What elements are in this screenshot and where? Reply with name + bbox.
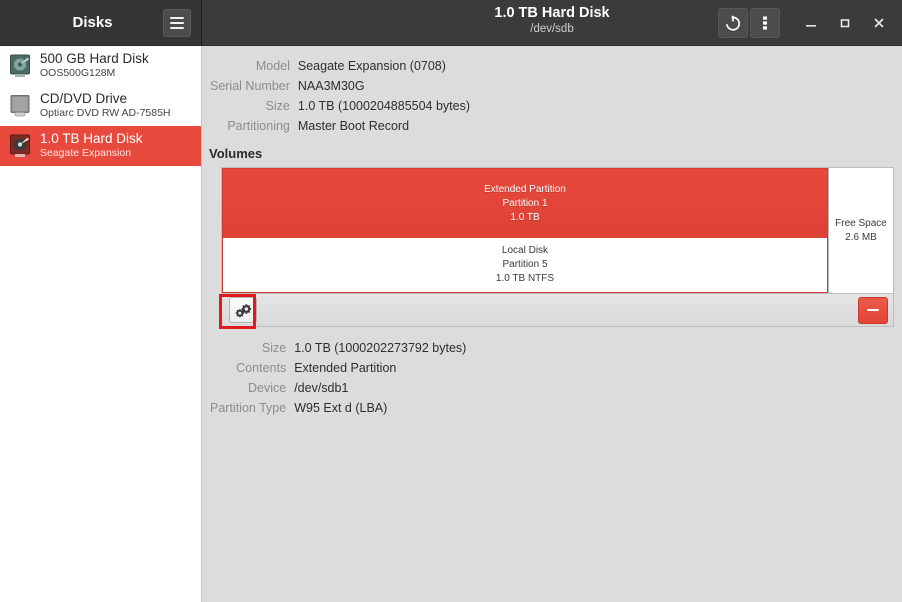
volumes-graph: Extended Partition Partition 1 1.0 TB Lo…	[222, 168, 893, 293]
partition-info-row: Device /dev/sdb1	[210, 378, 466, 398]
partition-info-value: Extended Partition	[294, 361, 397, 375]
gears-icon	[235, 303, 251, 317]
close-button[interactable]	[862, 0, 896, 46]
drive-info-row: Serial Number NAA3M30G	[210, 76, 470, 96]
overflow-menu-button[interactable]	[750, 7, 780, 38]
drive-info-value: 1.0 TB (1000204885504 bytes)	[297, 99, 471, 113]
hamburger-icon-line	[170, 26, 184, 29]
hamburger-menu-button[interactable]	[163, 8, 191, 37]
sidebar-title: Disks	[72, 14, 113, 31]
sidebar-item-text: CD/DVD Drive Optiarc DVD RW AD-7585H	[40, 91, 171, 120]
partition-name: Local Disk	[501, 245, 549, 256]
delete-partition-button[interactable]	[858, 296, 888, 324]
drive-info-value: Master Boot Record	[297, 119, 410, 133]
volumes-heading: Volumes	[209, 146, 263, 161]
sidebar-item-subtitle: OOS500G128M	[40, 67, 116, 79]
hamburger-icon-line	[170, 21, 184, 24]
minus-icon	[867, 309, 879, 311]
partition-options-button[interactable]	[229, 297, 257, 323]
drive-info-value: Seagate Expansion (0708)	[297, 59, 446, 73]
partition-info-value: 1.0 TB (1000202273792 bytes)	[294, 341, 467, 355]
optical-drive-icon	[10, 94, 30, 116]
partition-info-key: Size	[261, 341, 287, 355]
free-space-size: 2.6 MB	[845, 231, 877, 243]
partition-info-key: Partition Type	[210, 401, 287, 415]
drive-info-key: Model	[255, 59, 290, 73]
free-space-label: Free Space	[835, 217, 887, 229]
partition-info-row: Partition Type W95 Ext d (LBA)	[210, 398, 466, 418]
maximize-icon	[840, 18, 850, 27]
window-body: 500 GB Hard Disk OOS500G128M CD/DVD Driv…	[0, 46, 902, 602]
partition-1-container[interactable]: Extended Partition Partition 1 1.0 TB Lo…	[222, 168, 828, 293]
drive-info-key: Serial Number	[210, 79, 290, 93]
drive-info-row: Size 1.0 TB (1000204885504 bytes)	[210, 96, 470, 116]
minimize-icon	[806, 24, 816, 27]
drive-info-key: Partitioning	[227, 119, 290, 133]
sidebar-item-text: 500 GB Hard Disk OOS500G128M	[40, 51, 149, 80]
power-icon	[725, 15, 741, 31]
vertical-dots-icon	[763, 16, 767, 29]
drive-info-value: NAA3M30G	[297, 79, 365, 93]
close-icon	[874, 17, 884, 28]
free-space-block[interactable]: Free Space 2.6 MB	[828, 168, 893, 293]
sidebar-item-cd-dvd-drive[interactable]: CD/DVD Drive Optiarc DVD RW AD-7585H	[0, 86, 201, 126]
maximize-button[interactable]	[828, 0, 862, 46]
titlebar-main: 1.0 TB Hard Disk /dev/sdb	[202, 0, 902, 45]
disks-application-window: Disks 1.0 TB Hard Disk /dev/sdb 500 GB H…	[0, 0, 902, 602]
sidebar-item-1tb-hard-disk[interactable]: 1.0 TB Hard Disk Seagate Expansion	[0, 126, 201, 166]
partition-info-value: W95 Ext d (LBA)	[294, 401, 388, 415]
disk-list-sidebar: 500 GB Hard Disk OOS500G128M CD/DVD Driv…	[0, 46, 202, 602]
hard-disk-icon	[10, 134, 30, 157]
partition-extended-block[interactable]: Extended Partition Partition 1 1.0 TB	[222, 168, 828, 238]
partition-number: Partition 1	[502, 197, 548, 209]
partition-info-key: Contents	[236, 361, 287, 375]
partition-size: 1.0 TB NTFS	[495, 273, 555, 284]
partition-info-key: Device	[247, 381, 287, 395]
titlebar: Disks 1.0 TB Hard Disk /dev/sdb	[0, 0, 902, 46]
sidebar-item-title: 500 GB Hard Disk	[40, 51, 149, 66]
drive-info-row: Model Seagate Expansion (0708)	[210, 56, 470, 76]
partition-info-row: Size 1.0 TB (1000202273792 bytes)	[210, 338, 466, 358]
sidebar-item-title: 1.0 TB Hard Disk	[40, 131, 143, 146]
partition-number: Partition 5	[502, 259, 548, 270]
partition-info-row: Contents Extended Partition	[210, 358, 466, 378]
hamburger-icon-line	[170, 16, 184, 19]
sidebar-item-subtitle: Seagate Expansion	[40, 147, 132, 159]
minimize-button[interactable]	[794, 0, 828, 46]
drive-info-key: Size	[265, 99, 290, 113]
partition-name: Extended Partition	[484, 183, 566, 195]
titlebar-buttons	[716, 0, 896, 45]
volumes-widget: Extended Partition Partition 1 1.0 TB Lo…	[221, 167, 894, 327]
sidebar-item-title: CD/DVD Drive	[40, 91, 128, 106]
volumes-toolbar	[222, 293, 893, 326]
sidebar-item-subtitle: Optiarc DVD RW AD-7585H	[40, 107, 171, 119]
partition-5-block[interactable]: Local Disk Partition 5 1.0 TB NTFS	[222, 238, 828, 293]
partition-info-value: /dev/sdb1	[294, 381, 349, 395]
power-button[interactable]	[718, 7, 748, 38]
drive-info-table: Model Seagate Expansion (0708) Serial Nu…	[210, 56, 470, 136]
partition-info-table: Size 1.0 TB (1000202273792 bytes) Conten…	[210, 338, 466, 418]
sidebar-header: Disks	[0, 0, 202, 45]
partition-size: 1.0 TB	[510, 211, 540, 223]
sidebar-item-500gb-hard-disk[interactable]: 500 GB Hard Disk OOS500G128M	[0, 46, 201, 86]
sidebar-item-text: 1.0 TB Hard Disk Seagate Expansion	[40, 131, 143, 160]
drive-detail-pane: Model Seagate Expansion (0708) Serial Nu…	[202, 46, 902, 602]
hard-disk-icon	[10, 54, 30, 77]
drive-info-row: Partitioning Master Boot Record	[210, 116, 470, 136]
